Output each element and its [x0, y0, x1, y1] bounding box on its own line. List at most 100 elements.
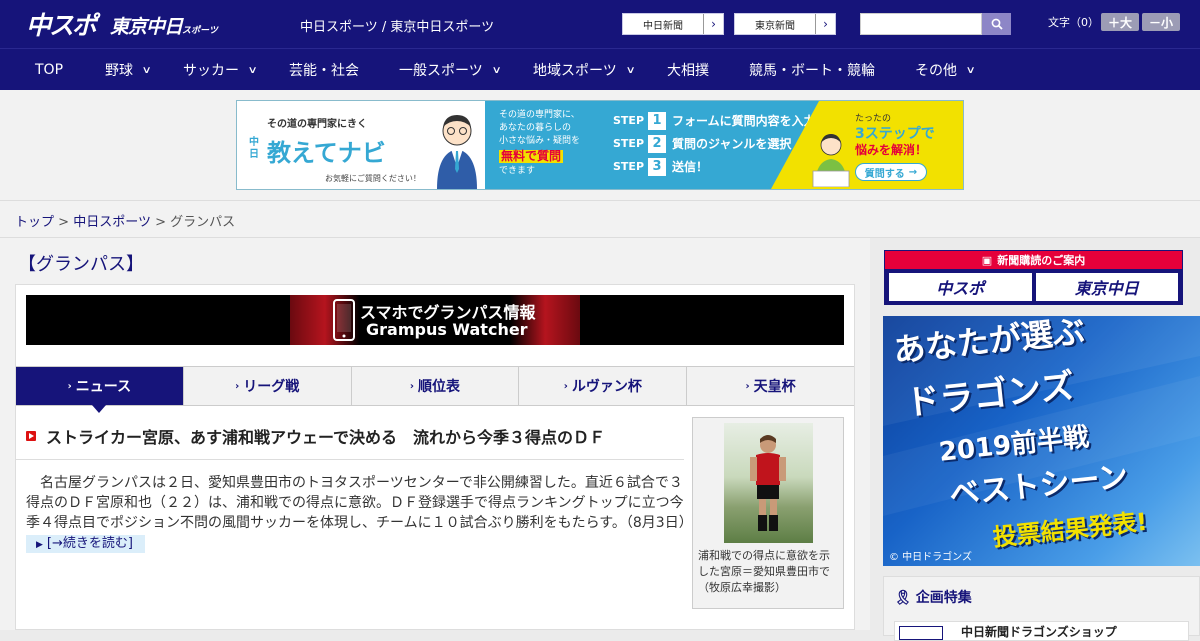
subscription-box[interactable]: ▣ 新聞購読のご案内 中スポ 東京中日: [884, 250, 1183, 305]
grampus-watcher-banner[interactable]: スマホでグランパス情報 Grampus Watcher: [26, 295, 844, 345]
subscribe-tokyo-chunichi[interactable]: 東京中日: [1035, 273, 1178, 301]
chunichi-shimbun-link[interactable]: 中日新聞 ›: [622, 13, 724, 35]
page-title: 【グランパス】: [18, 254, 144, 275]
ad-cta-label: 質問する: [864, 168, 905, 180]
tab-levain-cup[interactable]: › ルヴァン杯: [519, 367, 688, 405]
subscribe-chuspo[interactable]: 中スポ: [889, 273, 1032, 301]
ad-right-big: 3ステップで: [855, 126, 935, 142]
top-ad-area: その道の専門家にきく 中日 教えてナビ お気軽にご質問ください！ その道の専門家…: [0, 90, 1200, 200]
person-laptop-illustration: [812, 134, 850, 187]
site-header: 中スポ 東京中日スポーツ 中日スポーツ / 東京中日スポーツ 中日新聞 › 東京…: [0, 0, 1200, 48]
nav-item-racing[interactable]: 競馬・ボート・競輪: [749, 49, 875, 91]
step-number: 2: [648, 134, 667, 153]
nav-label: サッカー: [183, 63, 239, 79]
ad-cta-panel: たったの 3ステップで 悩みを解消！ 質問する →: [771, 101, 963, 189]
tab-label: ニュース: [75, 379, 132, 395]
nav-label: 野球: [105, 63, 133, 79]
main-nav: TOP 野球 ∨ サッカー ∨ 芸能・社会 一般スポーツ ∨ 地域スポーツ ∨ 大相撲 …: [0, 48, 1200, 90]
chevron-right-icon: ›: [409, 380, 415, 392]
arrow-right-icon: →: [908, 166, 918, 178]
tab-label: リーグ戦: [243, 379, 300, 395]
nav-item-soccer[interactable]: サッカー ∨: [183, 49, 258, 91]
search-button[interactable]: [982, 13, 1011, 35]
dragons-vote-ad[interactable]: あなたが選ぶ ドラゴンズ 2019前半戦 ベストシーン 投票結果発表! © 中日…: [883, 316, 1200, 566]
breadcrumb-current: グランパス: [170, 215, 236, 230]
businessman-illustration: [437, 115, 477, 189]
feature-title-text: 企画特集: [915, 590, 972, 606]
breadcrumb-separator: >: [155, 215, 166, 230]
ad-question-button[interactable]: 質問する →: [855, 163, 927, 181]
tab-label: 順位表: [418, 379, 461, 395]
nav-item-sumo[interactable]: 大相撲: [667, 49, 709, 91]
article-body: 名古屋グランパスは２日、愛知県豊田市のトヨタスポーツセンターで非公開練習した。直…: [26, 473, 693, 555]
tab-standings[interactable]: › 順位表: [352, 367, 520, 405]
tokyo-shimbun-label: 東京新聞: [755, 20, 795, 32]
chevron-down-icon: ∨: [141, 64, 152, 76]
photo-caption: 浦和戦での得点に意欲を示した宮原＝愛知県豊田市で（牧原広幸撮影）: [698, 549, 830, 594]
nav-item-entertainment[interactable]: 芸能・社会: [289, 49, 359, 91]
nav-item-local-sports[interactable]: 地域スポーツ ∨: [533, 49, 636, 91]
tab-label: ルヴァン杯: [571, 379, 642, 395]
play-bullet-icon: [26, 431, 36, 441]
article-photo-box: 浦和戦での得点に意欲を示した宮原＝愛知県豊田市で（牧原広幸撮影）: [692, 417, 844, 609]
nav-item-general-sports[interactable]: 一般スポーツ ∨: [399, 49, 502, 91]
breadcrumb-bar: トップ > 中日スポーツ > グランパス: [0, 200, 1200, 238]
newspaper-icon: ▣: [981, 253, 993, 267]
step-label: STEP: [613, 137, 645, 150]
search-input[interactable]: [860, 13, 982, 35]
read-more-link[interactable]: ▶ [→続きを読む]: [26, 535, 145, 553]
nav-label: 大相撲: [667, 63, 709, 79]
article-text: 名古屋グランパスは２日、愛知県豊田市のトヨタスポーツセンターで非公開練習した。直…: [26, 475, 693, 531]
triangle-right-icon: ▶: [36, 540, 43, 550]
player-figure: [750, 435, 786, 531]
ad-description: その道の専門家に、 あなたの暮らしの 小さな悩み・疑問を 無料で質問 できます: [485, 101, 605, 189]
subscription-title: 新聞購読のご案内: [997, 254, 1086, 267]
tab-bar: › ニュース › リーグ戦 › 順位表 › ルヴァン杯 › 天皇杯: [16, 366, 854, 413]
article-title[interactable]: ストライカー宮原、あす浦和戦アウェーで決める 流れから今季３得点のＤＦ: [46, 424, 605, 448]
font-size-decrease-button[interactable]: －小: [1142, 13, 1180, 31]
tokyo-shimbun-link[interactable]: 東京新聞 ›: [734, 13, 836, 35]
nav-label: 芸能・社会: [289, 63, 359, 79]
ad-kicker: その道の専門家にきく: [267, 119, 367, 130]
article-header: ストライカー宮原、あす浦和戦アウェーで決める 流れから今季３得点のＤＦ: [16, 415, 684, 460]
subscription-header: ▣ 新聞購読のご案内: [885, 251, 1182, 269]
tokyo-chunichi-logo[interactable]: 東京中日スポーツ: [110, 12, 218, 39]
ad-mid-tail: できます: [499, 166, 536, 176]
chevron-down-icon: ∨: [247, 64, 258, 76]
ad-footnote: お気軽にご質問ください！: [325, 174, 421, 183]
step-number: 3: [648, 157, 667, 176]
font-size-label: 文字（0）: [1048, 16, 1099, 29]
ad-brand-panel: その道の専門家にきく 中日 教えてナビ お気軽にご質問ください！: [237, 101, 485, 189]
feature-item[interactable]: 中日新聞ドラゴンズショップ: [894, 621, 1189, 641]
nav-item-baseball[interactable]: 野球 ∨: [105, 49, 152, 91]
ad-brand-small: 中日: [249, 137, 259, 160]
ribbon-icon: 🎗: [894, 590, 912, 606]
ad-right-line: 悩みを解消！: [855, 143, 928, 157]
tab-league[interactable]: › リーグ戦: [184, 367, 352, 405]
chevron-right-icon: ›: [563, 380, 568, 392]
dragons-ad-credit: © 中日ドラゴンズ: [889, 552, 972, 563]
article-photo[interactable]: [724, 423, 813, 543]
step-text: 送信！: [672, 160, 709, 174]
chevron-right-icon: ›: [745, 380, 750, 392]
read-more-label: [→続きを読む]: [46, 536, 133, 551]
breadcrumb-link-top[interactable]: トップ: [15, 215, 54, 230]
tokyo-logo-small: スポーツ: [182, 26, 218, 36]
breadcrumb-link-chunichi-sports[interactable]: 中日スポーツ: [73, 215, 151, 230]
step-label: STEP: [613, 114, 645, 127]
nav-item-top[interactable]: TOP: [35, 49, 63, 91]
tab-news[interactable]: › ニュース: [16, 367, 184, 413]
gw-banner-line2: Grampus Watcher: [366, 320, 528, 339]
nav-label: 地域スポーツ: [533, 63, 617, 79]
ad-mid-line: 小さな悩み・疑問を: [499, 136, 581, 146]
nav-item-other[interactable]: その他 ∨: [915, 49, 976, 91]
chevron-right-icon: ›: [235, 380, 240, 392]
feature-section: 🎗 企画特集 中日新聞ドラゴンズショップ: [883, 576, 1200, 641]
tab-emperors-cup[interactable]: › 天皇杯: [687, 367, 854, 405]
chevron-down-icon: ∨: [491, 64, 502, 76]
ad-brand: 教えてナビ: [267, 139, 386, 167]
oshiete-navi-ad[interactable]: その道の専門家にきく 中日 教えてナビ お気軽にご質問ください！ その道の専門家…: [236, 100, 964, 190]
tokyo-logo-text: 東京中日: [110, 16, 183, 38]
chuspo-logo[interactable]: 中スポ: [26, 9, 97, 40]
font-size-increase-button[interactable]: ＋大: [1101, 13, 1139, 31]
